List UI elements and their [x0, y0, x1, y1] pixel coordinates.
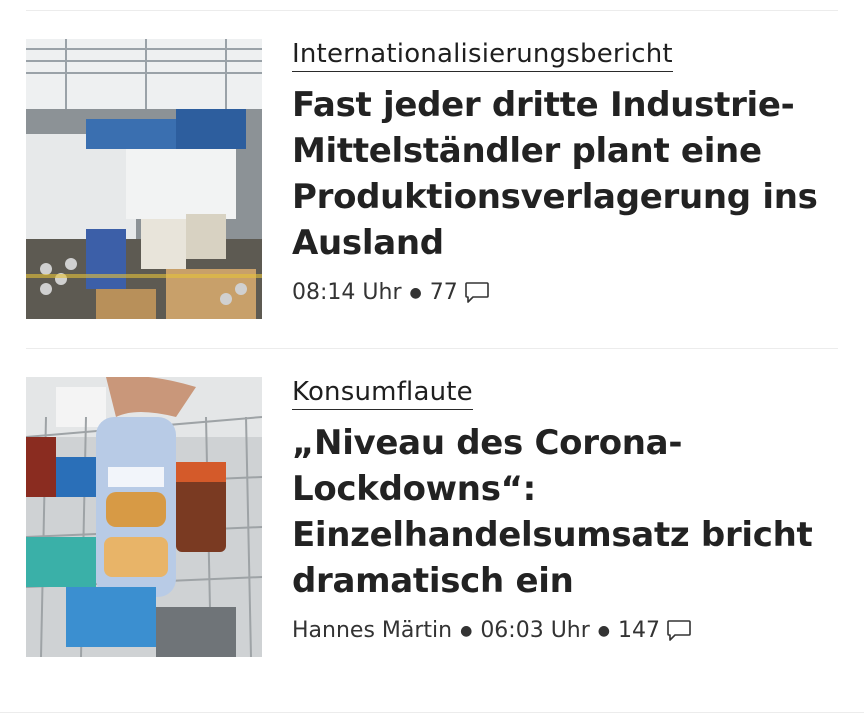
article-author[interactable]: Hannes Märtin — [292, 616, 452, 646]
article-time: 08:14 Uhr — [292, 280, 402, 305]
article-text-2: Konsumflaute „Niveau des Corona-Lockdown… — [292, 377, 840, 657]
article-teaser-2[interactable]: Konsumflaute „Niveau des Corona-Lockdown… — [26, 377, 840, 657]
comment-count[interactable]: 77 — [430, 278, 458, 308]
article-meta: 08:14 Uhr ● 77 — [292, 278, 840, 308]
meta-separator: ● — [460, 623, 473, 639]
article-teaser-1[interactable]: Internationalisierungsbericht Fast jeder… — [26, 39, 840, 319]
divider-bottom — [0, 712, 864, 713]
article-image-shopping-cart[interactable] — [26, 377, 262, 657]
divider-middle — [26, 348, 838, 349]
meta-separator: ● — [409, 285, 422, 301]
article-image-factory[interactable] — [26, 39, 262, 319]
article-kicker[interactable]: Konsumflaute — [292, 377, 473, 410]
article-time: 06:03 Uhr — [480, 618, 590, 643]
article-kicker[interactable]: Internationalisierungsbericht — [292, 39, 673, 72]
article-headline[interactable]: Fast jeder dritte Industrie-Mittelständl… — [292, 82, 840, 266]
article-meta: Hannes Märtin ● 06:03 Uhr ● 147 — [292, 616, 840, 646]
comment-count[interactable]: 147 — [618, 616, 660, 646]
shopping-cart-photo — [26, 377, 262, 657]
article-text-1: Internationalisierungsbericht Fast jeder… — [292, 39, 840, 319]
factory-photo — [26, 39, 262, 319]
article-headline[interactable]: „Niveau des Corona-Lockdowns“: Einzelhan… — [292, 420, 840, 604]
meta-separator: ● — [597, 623, 611, 639]
comment-bubble-icon[interactable] — [464, 281, 490, 305]
divider-top — [26, 10, 838, 11]
comment-bubble-icon[interactable] — [666, 619, 692, 643]
